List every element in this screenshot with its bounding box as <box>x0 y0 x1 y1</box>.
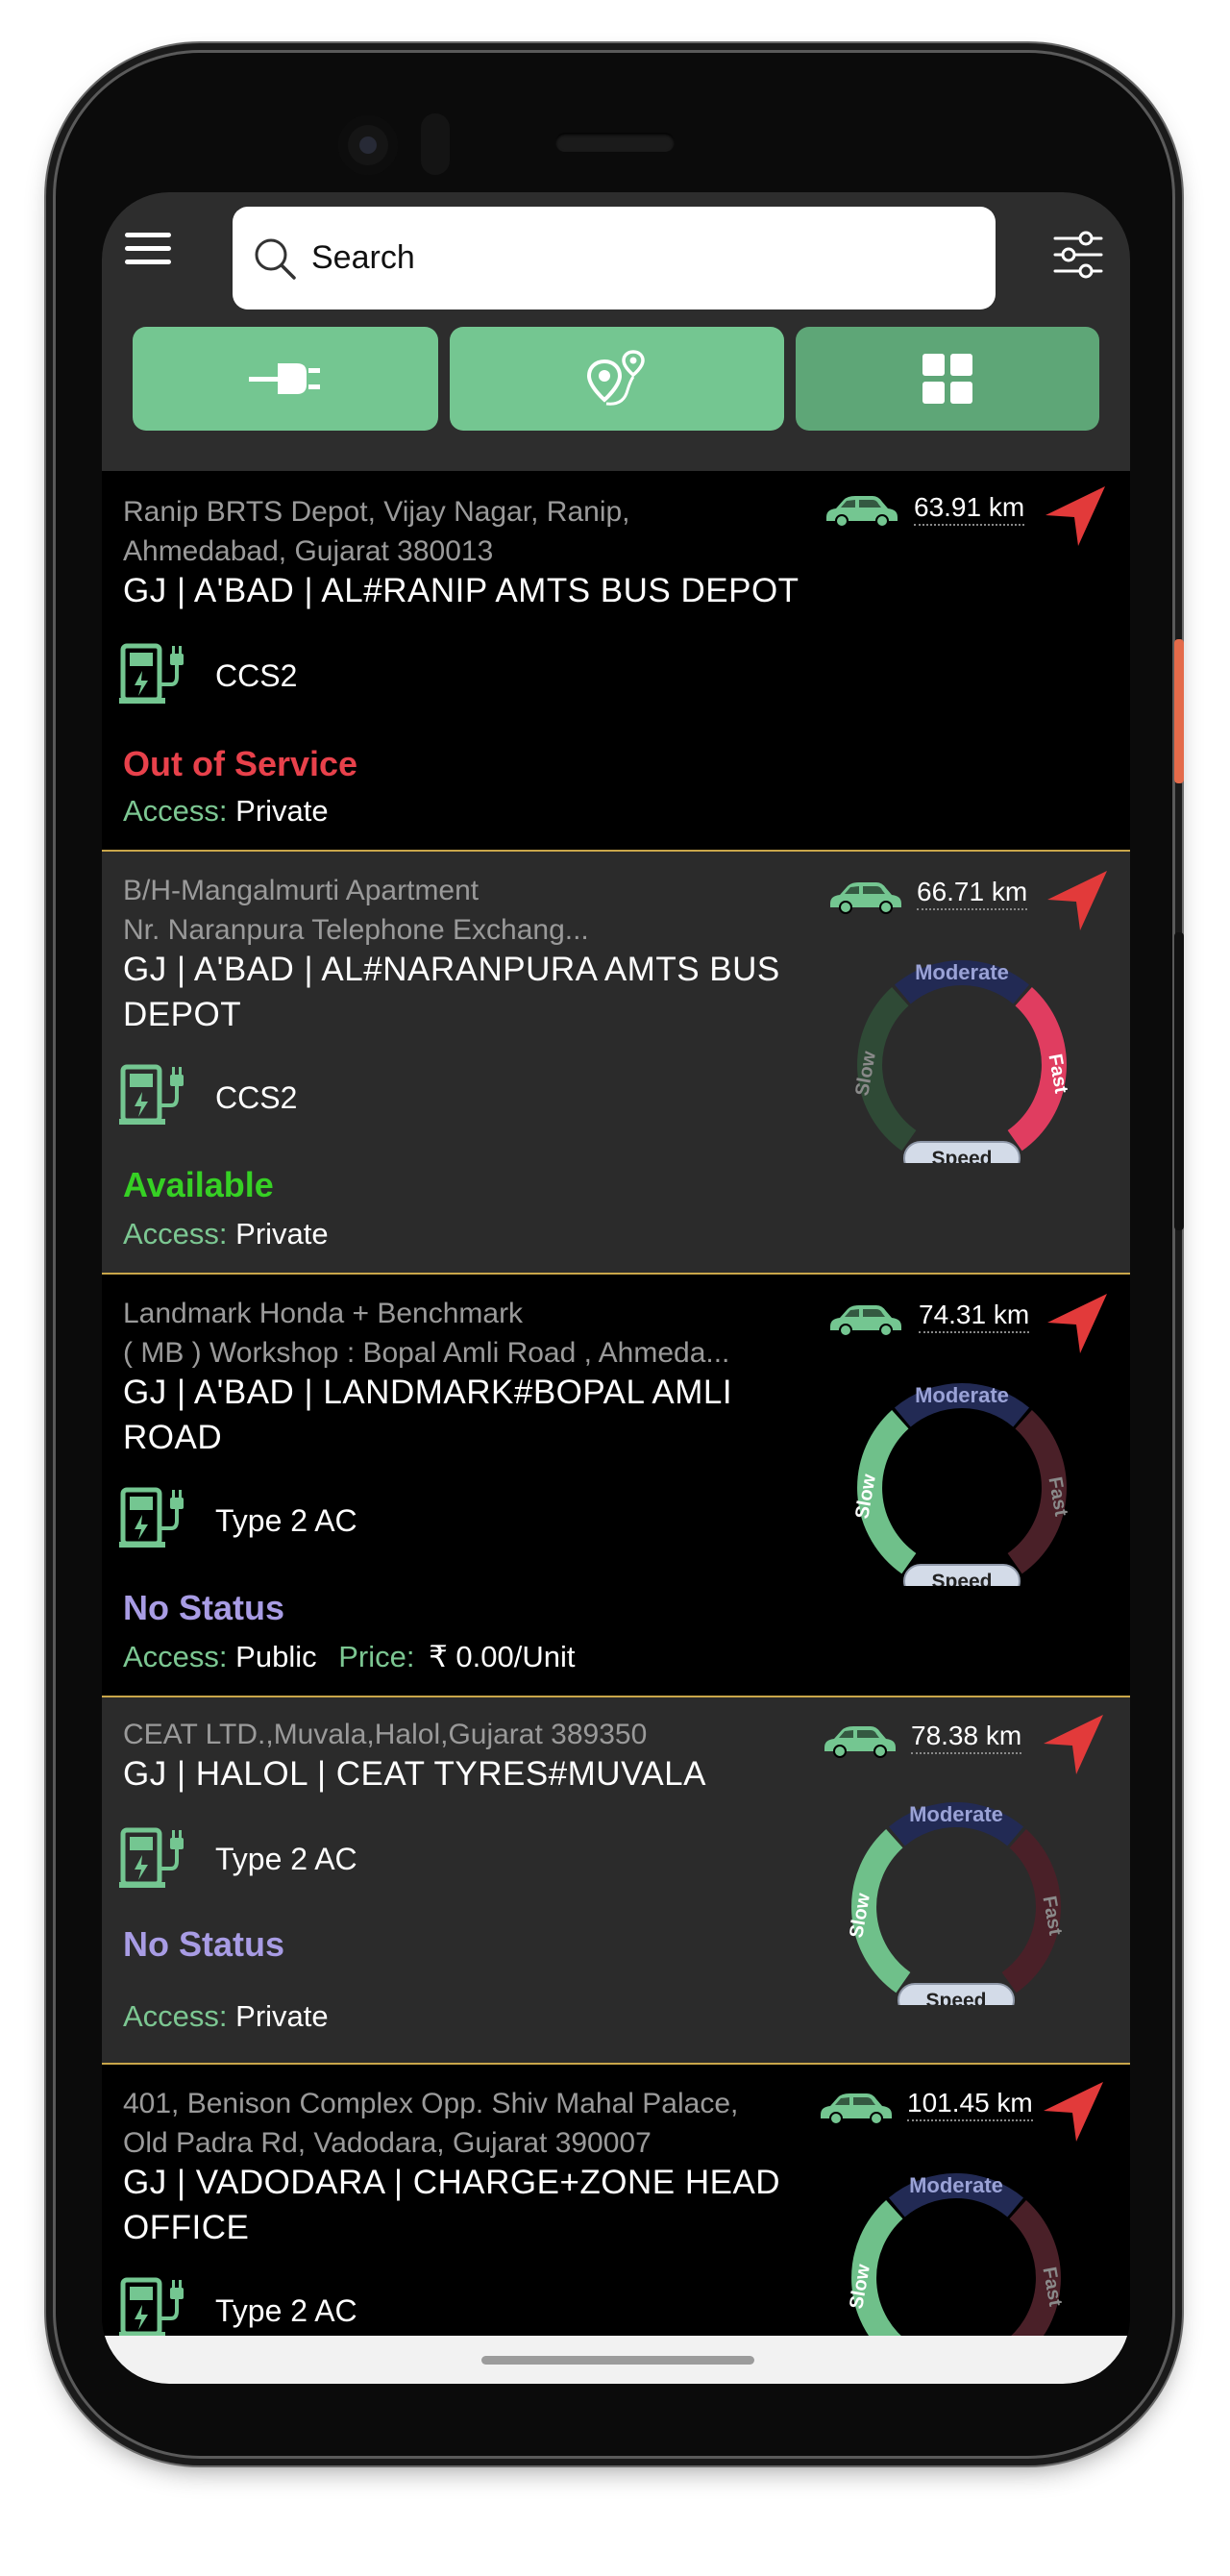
access-info: Access: Private <box>123 794 329 829</box>
top-bar <box>102 192 1130 471</box>
gauge-label-moderate: Moderate <box>909 2173 1003 2197</box>
map-pins-icon <box>586 350 645 406</box>
station-name: GJ | A'BAD | LANDMARK#BOPAL AMLI ROAD <box>123 1374 733 1456</box>
connector-type: CCS2 <box>215 658 298 693</box>
tab-connectors[interactable] <box>133 327 438 431</box>
ev-charger-icon <box>119 643 184 704</box>
search-icon <box>255 238 296 280</box>
distance-value: 74.31 km <box>919 1300 1030 1333</box>
status-label: No Status <box>123 1924 285 1964</box>
access-info: Access: Private <box>123 1217 329 1251</box>
access-label: Access: <box>123 1999 228 2033</box>
proximity-sensor <box>421 113 450 175</box>
navigate-arrow-icon[interactable] <box>1044 1290 1111 1357</box>
speed-gauge: ModerateSlowFastSpeed <box>851 1383 1071 1586</box>
station-address-line1: 401, Benison Complex Opp. Shiv Mahal Pal… <box>123 2088 739 2119</box>
status-label: Available <box>123 1165 274 1204</box>
access-value: Private <box>235 1217 329 1251</box>
station-card[interactable]: 401, Benison Complex Opp. Shiv Mahal Pal… <box>102 2065 1130 2376</box>
connector-type: Type 2 AC <box>215 2293 357 2328</box>
station-card[interactable]: Landmark Honda + Benchmark ( MB ) Worksh… <box>102 1275 1130 1697</box>
car-icon <box>824 1726 896 1758</box>
grid-icon <box>922 354 972 404</box>
search-input[interactable] <box>311 239 946 277</box>
price-label: Price: <box>338 1640 415 1673</box>
search-bar[interactable] <box>233 207 996 310</box>
station-name: GJ | A'BAD | AL#NARANPURA AMTS BUS DEPOT <box>123 951 780 1033</box>
connector-type: Type 2 AC <box>215 1503 357 1538</box>
filter-sliders-icon[interactable] <box>1053 231 1103 279</box>
station-address-line2: Ahmedabad, Gujarat 380013 <box>123 535 494 567</box>
station-name: GJ | A'BAD | AL#RANIP AMTS BUS DEPOT <box>123 572 800 609</box>
access-info: Access: Private <box>123 1999 329 2034</box>
price-value: ₹ 0.00/Unit <box>429 1640 576 1673</box>
station-address-line1: Ranip BRTS Depot, Vijay Nagar, Ranip, <box>123 496 630 528</box>
station-address-line1: Landmark Honda + Benchmark <box>123 1298 524 1329</box>
gauge-label-moderate: Moderate <box>909 1802 1003 1826</box>
gauge-speed-label: Speed <box>925 1990 986 2005</box>
gauge-label-moderate: Moderate <box>915 1383 1009 1407</box>
ev-charger-icon <box>119 1064 184 1125</box>
gauge-speed-label: Speed <box>931 1148 992 1163</box>
station-card[interactable]: CEAT LTD.,Muvala,Halol,Gujarat 389350 GJ… <box>102 1697 1130 2065</box>
earpiece-speaker <box>555 133 675 152</box>
connector-type: Type 2 AC <box>215 1842 357 1876</box>
station-name: GJ | HALOL | CEAT TYRES#MUVALA <box>123 1755 706 1793</box>
tab-grid-view[interactable] <box>796 327 1099 431</box>
access-value: Private <box>235 794 329 828</box>
navigate-arrow-icon[interactable] <box>1040 1711 1107 1778</box>
car-icon <box>830 882 901 914</box>
plug-icon <box>249 363 320 394</box>
speed-gauge: ModerateSlowFastSpeed <box>846 1802 1066 2005</box>
gauge-speed-label: Speed <box>931 1571 992 1586</box>
speed-gauge: ModerateSlowFastSpeed <box>851 960 1071 1163</box>
station-card[interactable]: B/H-Mangalmurti Apartment Nr. Naranpura … <box>102 852 1130 1275</box>
distance-value: 78.38 km <box>911 1721 1022 1754</box>
station-name: GJ | VADODARA | CHARGE+ZONE HEAD OFFICE <box>123 2164 781 2246</box>
station-address-line2: Nr. Naranpura Telephone Exchang... <box>123 914 589 946</box>
access-value: Public <box>235 1640 317 1673</box>
access-label: Access: <box>123 1217 228 1251</box>
access-info: Access: Public Price: ₹ 0.00/Unit <box>123 1640 576 1674</box>
distance-value: 63.91 km <box>914 492 1025 526</box>
navigate-arrow-icon[interactable] <box>1042 483 1109 550</box>
ev-charger-icon <box>119 1827 184 1888</box>
station-card[interactable]: Ranip BRTS Depot, Vijay Nagar, Ranip, Ah… <box>102 471 1130 852</box>
station-address-line2: Old Padra Rd, Vadodara, Gujarat 390007 <box>123 2127 652 2159</box>
station-address-line1: B/H-Mangalmurti Apartment <box>123 875 480 906</box>
ev-charger-icon <box>119 1487 184 1548</box>
connector-type: CCS2 <box>215 1080 298 1115</box>
navigate-arrow-icon[interactable] <box>1040 2078 1107 2145</box>
access-value: Private <box>235 1999 329 2033</box>
status-label: No Status <box>123 1588 285 1627</box>
volume-button <box>1174 932 1184 1230</box>
ev-charger-icon <box>119 2277 184 2338</box>
distance-value: 66.71 km <box>917 877 1028 910</box>
status-label: Out of Service <box>123 744 358 783</box>
app-screen: Ranip BRTS Depot, Vijay Nagar, Ranip, Ah… <box>102 192 1130 2384</box>
station-address-line1: CEAT LTD.,Muvala,Halol,Gujarat 389350 <box>123 1719 648 1750</box>
station-address-line2: ( MB ) Workshop : Bopal Amli Road , Ahme… <box>123 1337 730 1369</box>
front-camera <box>338 115 398 175</box>
tab-map-route[interactable] <box>450 327 784 431</box>
hamburger-menu-icon[interactable] <box>125 233 177 275</box>
access-label: Access: <box>123 794 228 828</box>
car-icon <box>821 2093 892 2125</box>
navigate-arrow-icon[interactable] <box>1044 867 1111 934</box>
car-icon <box>830 1305 901 1337</box>
home-indicator[interactable] <box>481 2356 754 2365</box>
distance-value: 101.45 km <box>907 2088 1033 2121</box>
gauge-label-moderate: Moderate <box>915 960 1009 984</box>
power-button <box>1174 639 1184 783</box>
car-icon <box>826 496 898 528</box>
access-label: Access: <box>123 1640 228 1673</box>
